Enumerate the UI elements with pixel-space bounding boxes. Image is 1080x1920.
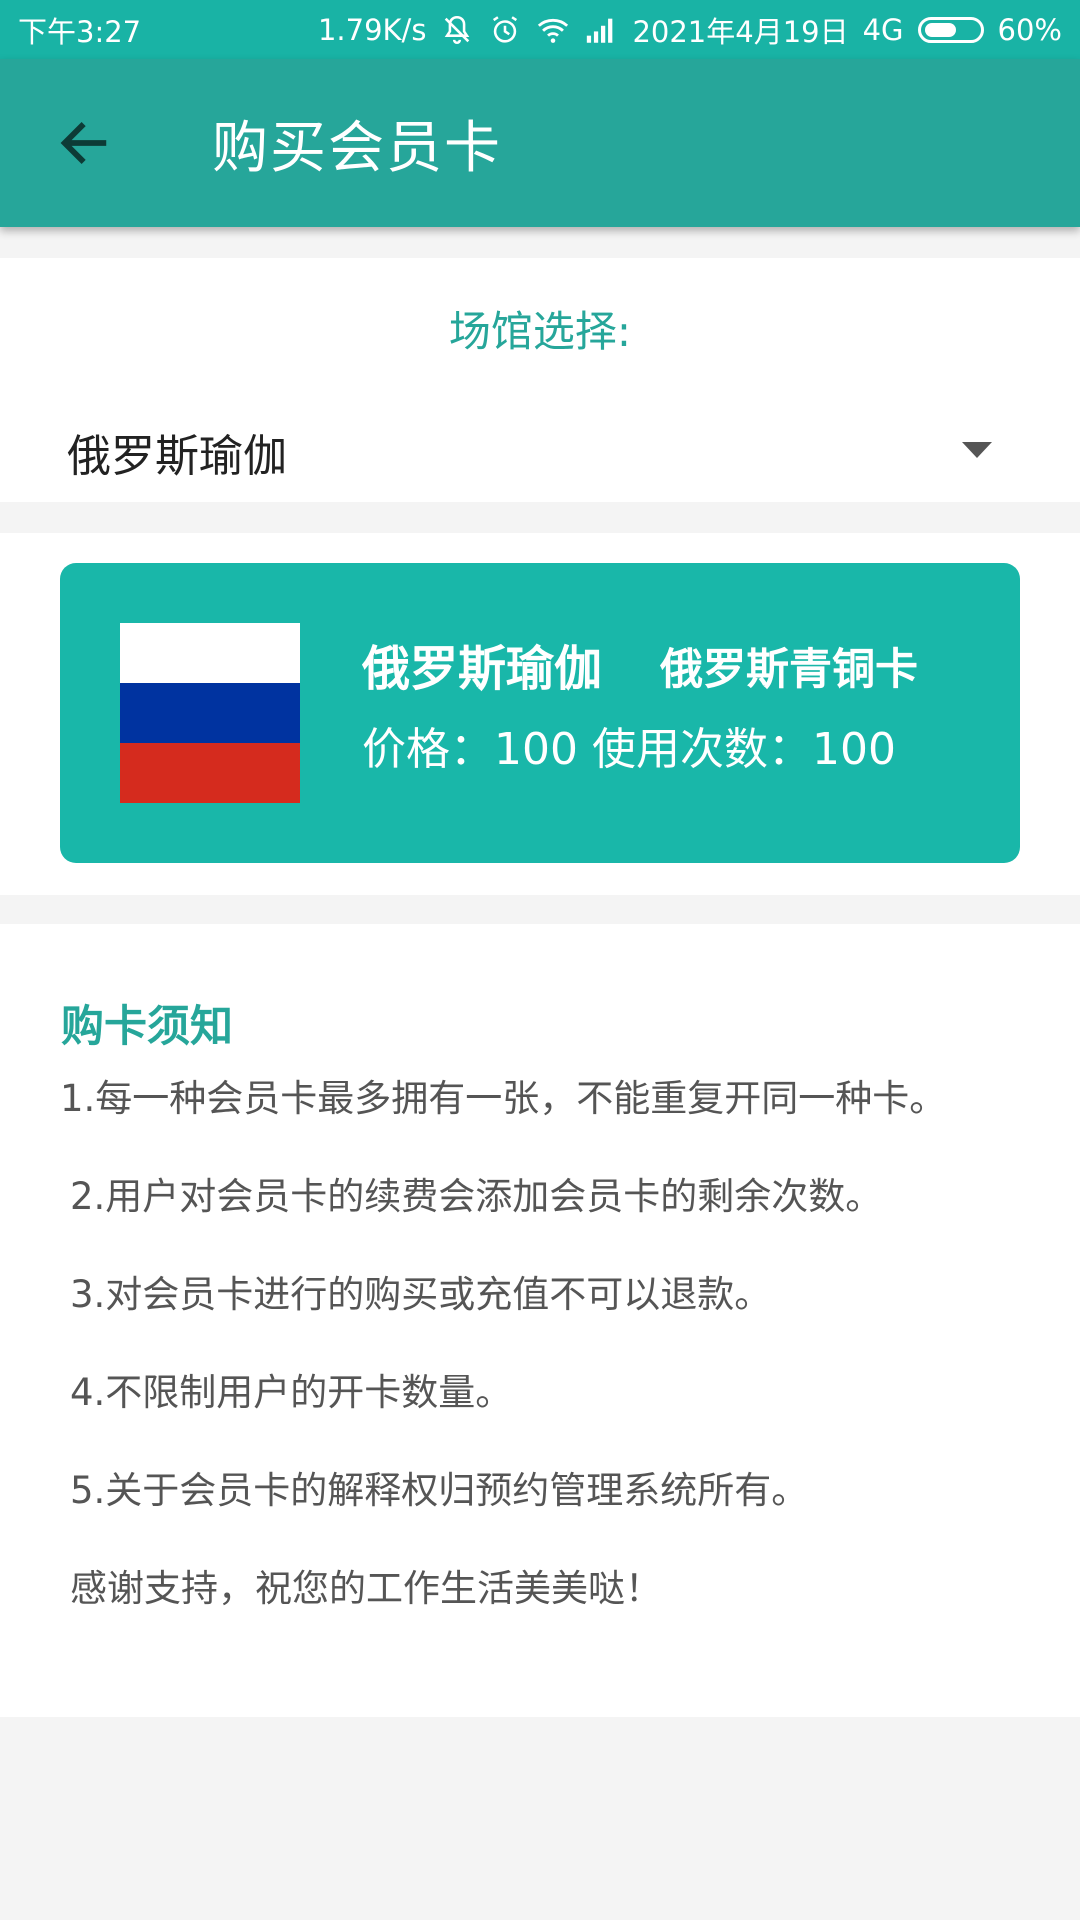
battery-percent: 60% bbox=[997, 12, 1062, 47]
flag-stripe-blue bbox=[120, 683, 300, 743]
notice-item: 4.不限制用户的开卡数量。 bbox=[70, 1371, 513, 1414]
signal-icon bbox=[584, 13, 618, 47]
back-button[interactable] bbox=[36, 95, 132, 191]
card-section: 俄罗斯瑜伽 俄罗斯青铜卡 价格：100 使用次数：100 bbox=[0, 533, 1080, 895]
card-uses: 使用次数：100 bbox=[591, 724, 896, 775]
battery-icon bbox=[917, 16, 984, 43]
status-date: 2021年4月19日 bbox=[632, 14, 849, 49]
page-content: 场馆选择: 俄罗斯瑜伽 俄罗斯瑜伽 俄罗斯青铜卡 价格：100 使用次数：100… bbox=[0, 227, 1080, 1920]
caret-down-icon bbox=[962, 442, 992, 458]
notice-item: 3.对会员卡进行的购买或充值不可以退款。 bbox=[70, 1273, 772, 1316]
status-time: 下午3:27 bbox=[18, 14, 142, 49]
russia-flag-icon bbox=[120, 623, 300, 803]
flag-stripe-red bbox=[120, 743, 300, 803]
flag-stripe-white bbox=[120, 623, 300, 683]
notice-item: 1.每一种会员卡最多拥有一张，不能重复开同一种卡。 bbox=[60, 1077, 947, 1120]
member-card[interactable]: 俄罗斯瑜伽 俄罗斯青铜卡 价格：100 使用次数：100 bbox=[60, 563, 1020, 863]
card-venue-name: 俄罗斯瑜伽 bbox=[362, 641, 603, 697]
venue-section: 场馆选择: 俄罗斯瑜伽 bbox=[0, 258, 1080, 502]
alarm-icon bbox=[488, 13, 522, 47]
network-type: 4G bbox=[862, 12, 904, 47]
notice-item: 感谢支持，祝您的工作生活美美哒！ bbox=[70, 1567, 662, 1610]
app-bar: 购买会员卡 bbox=[0, 59, 1080, 227]
status-right: 1.79K/s 2021年4月19日 4G 60% bbox=[318, 9, 1062, 51]
arrow-left-icon bbox=[60, 121, 107, 165]
venue-label: 场馆选择: bbox=[448, 307, 632, 356]
venue-dropdown[interactable]: 俄罗斯瑜伽 bbox=[0, 408, 1080, 498]
notice-item: 5.关于会员卡的解释权归预约管理系统所有。 bbox=[70, 1469, 809, 1512]
bell-muted-icon bbox=[440, 13, 474, 47]
page-title: 购买会员卡 bbox=[212, 115, 502, 181]
card-price: 价格：100 bbox=[362, 724, 578, 775]
notice-title: 购卡须知 bbox=[61, 1002, 233, 1052]
card-type-name: 俄罗斯青铜卡 bbox=[660, 645, 918, 695]
notice-section: 购卡须知 1.每一种会员卡最多拥有一张，不能重复开同一种卡。 2.用户对会员卡的… bbox=[0, 924, 1080, 1717]
wifi-icon bbox=[536, 13, 570, 47]
notice-item: 2.用户对会员卡的续费会添加会员卡的剩余次数。 bbox=[70, 1175, 883, 1218]
network-speed: 1.79K/s bbox=[317, 12, 427, 47]
venue-selected-value: 俄罗斯瑜伽 bbox=[67, 431, 287, 482]
status-bar: 下午3:27 1.79K/s 2021年4月19日 4G 60% bbox=[0, 0, 1080, 59]
card-info: 价格：100 使用次数：100 bbox=[362, 713, 896, 777]
